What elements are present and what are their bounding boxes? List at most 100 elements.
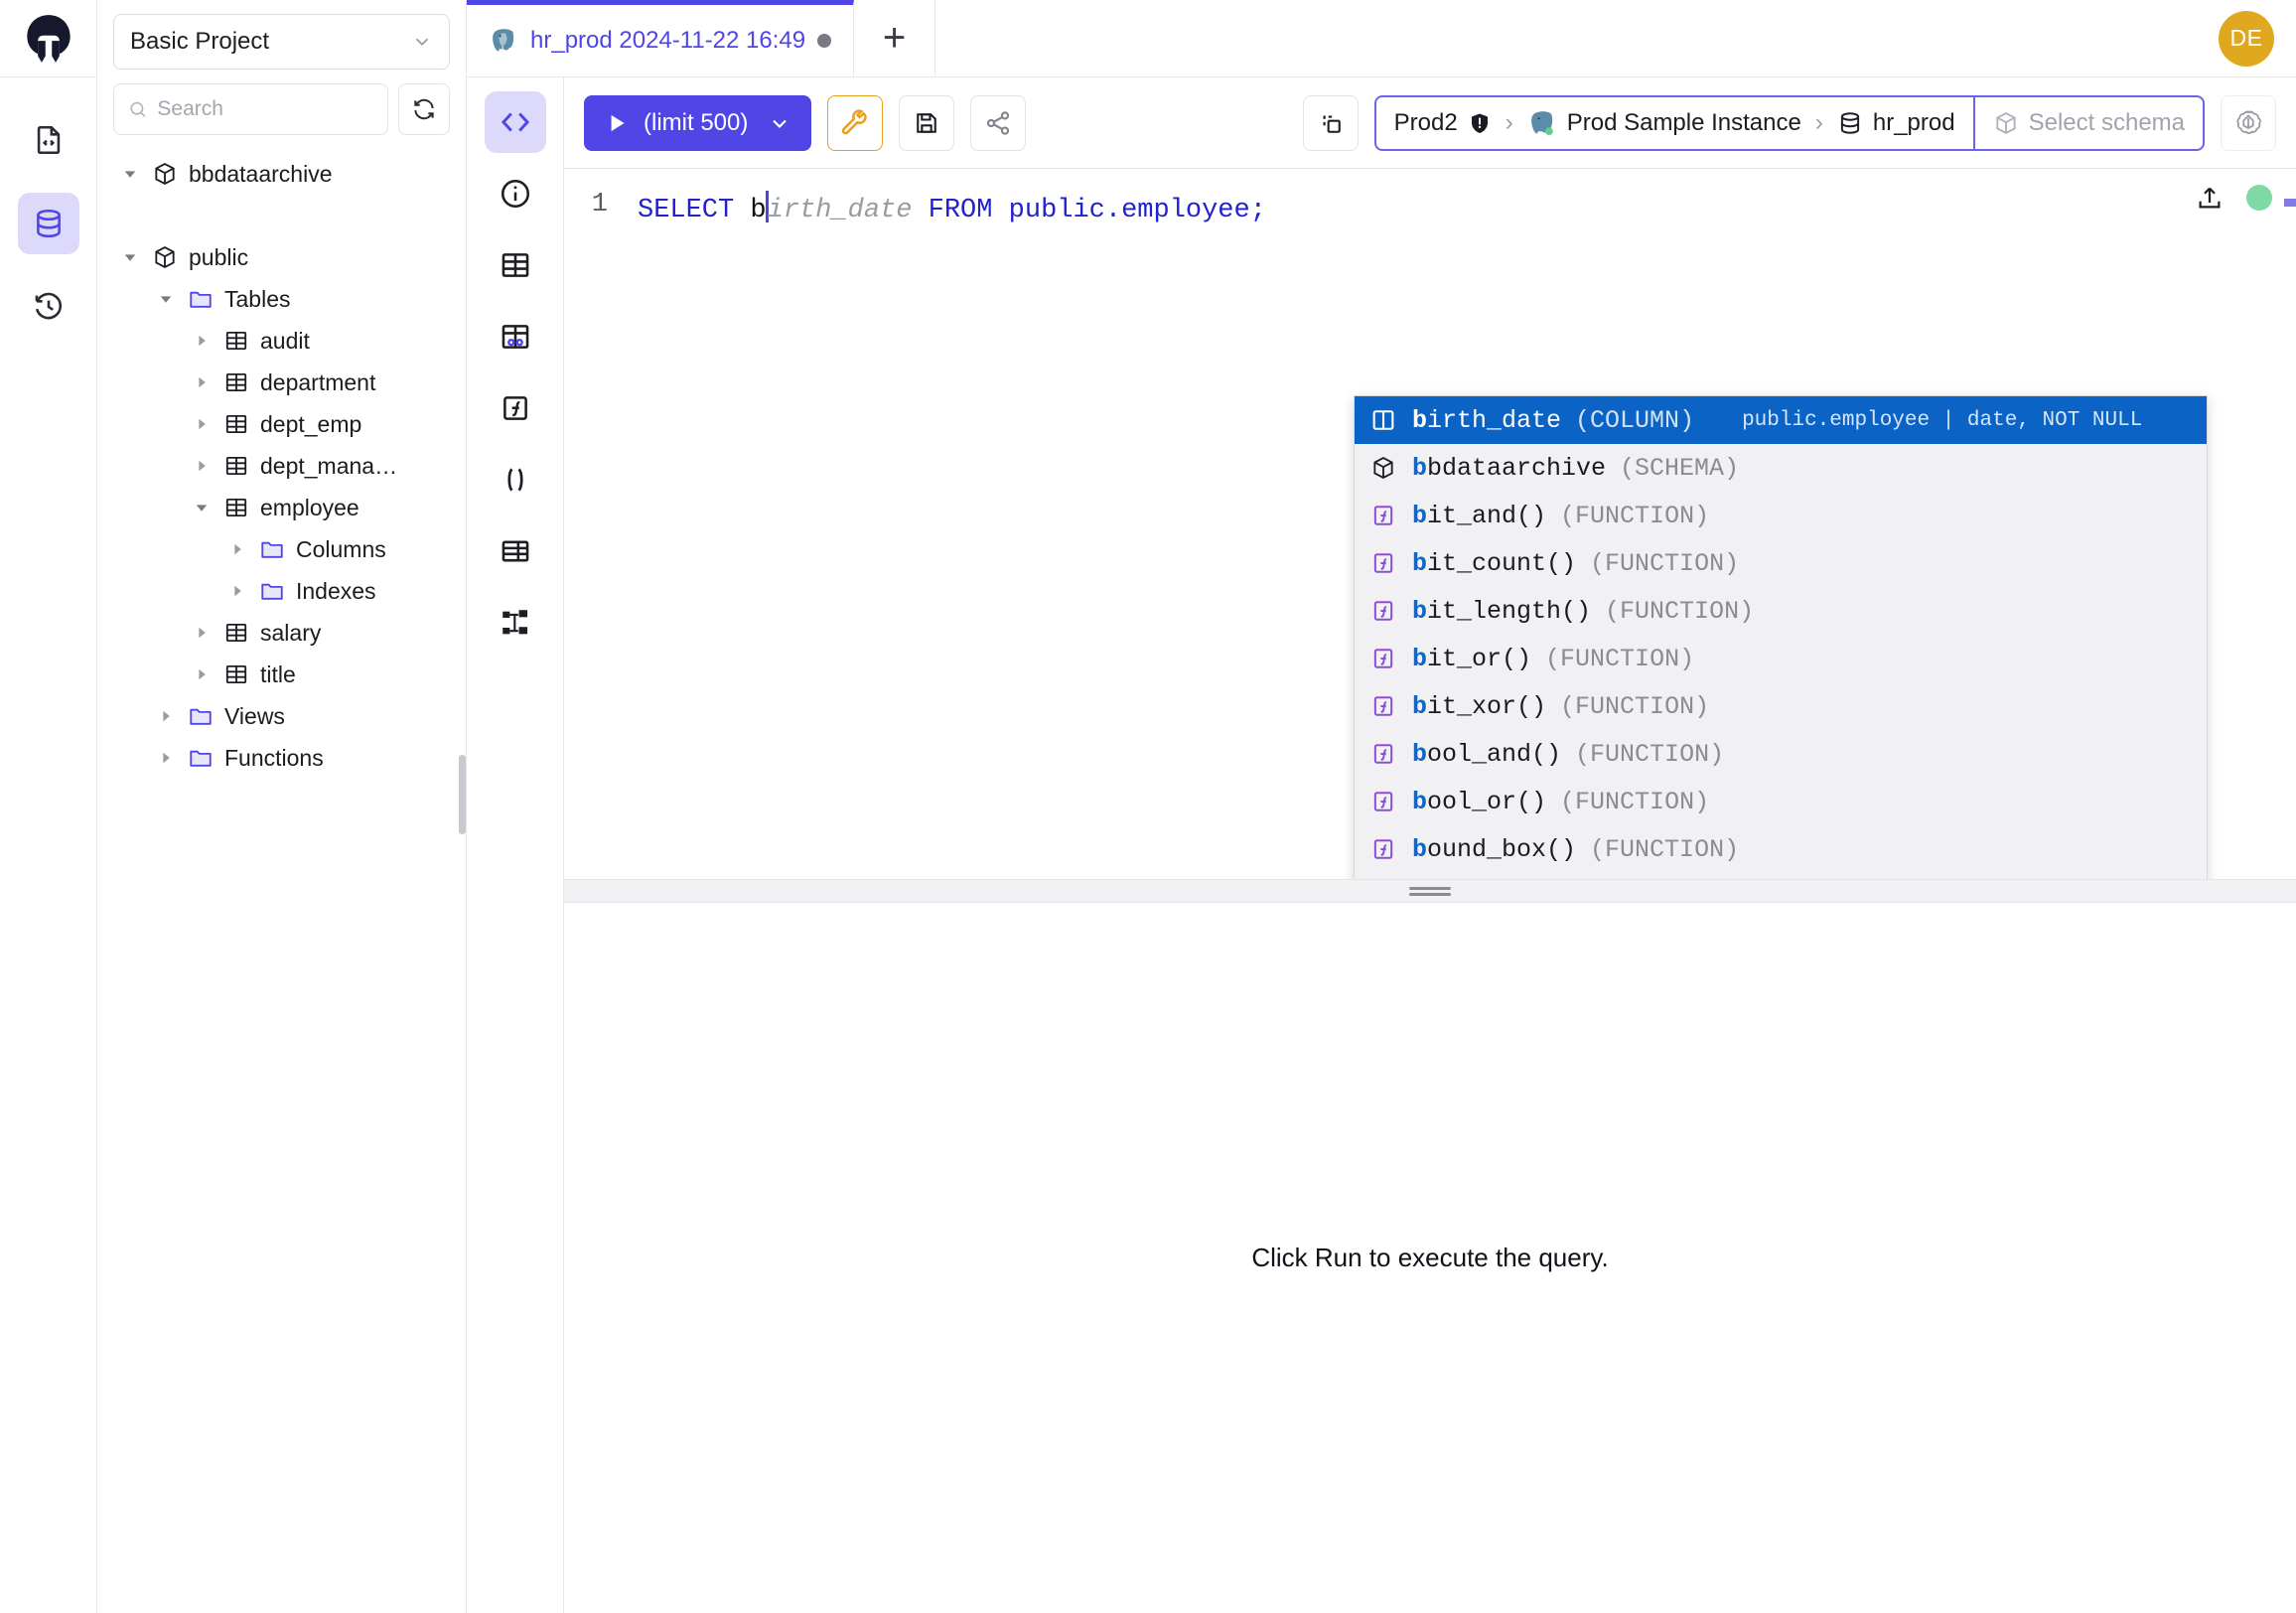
tree-twisty[interactable] (155, 288, 177, 310)
autocomplete-item[interactable]: bit_count()(FUNCTION) (1355, 539, 2207, 587)
sql-code-editor[interactable]: 1 SELECT birth_date FROM public.employee… (564, 169, 2296, 879)
autocomplete-item-label: bool_and() (1412, 740, 1561, 769)
sidebar-item-sql-editor[interactable] (18, 109, 79, 171)
project-selector[interactable]: Basic Project (113, 14, 450, 70)
autocomplete-item[interactable]: bool_and()(FUNCTION) (1355, 730, 2207, 778)
run-button[interactable]: (limit 500) (584, 95, 811, 151)
search-box[interactable] (113, 83, 388, 135)
search-input[interactable] (157, 97, 373, 121)
chevron-right-icon[interactable] (193, 332, 211, 350)
chevron-down-icon[interactable] (157, 290, 175, 308)
tree-node-dept-emp[interactable]: dept_emp (97, 403, 466, 445)
tree-node-public[interactable]: public (97, 236, 466, 278)
code-text[interactable]: SELECT birth_date FROM public.employee; (638, 191, 1266, 226)
tree-node-title[interactable]: title (97, 654, 466, 695)
share-button[interactable] (970, 95, 1026, 151)
tree-node-audit[interactable]: audit (97, 320, 466, 362)
chevron-down-icon[interactable] (121, 165, 139, 183)
autocomplete-item[interactable]: bit_xor()(FUNCTION) (1355, 682, 2207, 730)
upload-icon[interactable] (2195, 183, 2224, 213)
tree-twisty[interactable] (155, 705, 177, 727)
tree-twisty[interactable] (119, 163, 141, 185)
breadcrumb-environment: Prod2 (1394, 109, 1458, 137)
tree-twisty[interactable] (155, 205, 177, 226)
ai-assistant-button[interactable] (2221, 95, 2276, 151)
tree-twisty[interactable] (155, 747, 177, 769)
tree-twisty[interactable] (191, 622, 213, 644)
results-splitter[interactable] (564, 879, 2296, 903)
chevron-down-icon[interactable] (121, 248, 139, 266)
sidebar-item-history[interactable] (18, 276, 79, 338)
chevron-right-icon[interactable] (193, 665, 211, 683)
autocomplete-item[interactable]: bit_and()(FUNCTION) (1355, 492, 2207, 539)
chevron-right-icon[interactable] (157, 707, 175, 725)
avatar[interactable]: DE (2219, 11, 2274, 67)
autocomplete-item[interactable]: birth_date(COLUMN)public.employee | date… (1355, 396, 2207, 444)
autocomplete-item-icon (1368, 644, 1398, 673)
tree-node-department[interactable]: department (97, 362, 466, 403)
autocomplete-item[interactable]: bool_or()(FUNCTION) (1355, 778, 2207, 825)
tab-views[interactable] (485, 520, 546, 582)
connection-breadcrumb[interactable]: Prod2 › Pr (1374, 95, 2205, 151)
tab-info[interactable] (485, 163, 546, 224)
schema-cube-icon (152, 161, 178, 187)
new-tab-button[interactable]: + (854, 0, 935, 76)
format-sql-button[interactable] (827, 95, 883, 151)
chevron-right-icon[interactable] (157, 749, 175, 767)
tab-diagram[interactable] (485, 592, 546, 654)
chevron-right-icon[interactable] (228, 540, 246, 558)
save-button[interactable] (899, 95, 954, 151)
breadcrumb-path[interactable]: Prod2 › Pr (1376, 97, 1973, 149)
tree-twisty[interactable] (226, 580, 248, 602)
chevron-right-icon[interactable] (193, 373, 211, 391)
chevron-right-icon[interactable] (228, 582, 246, 600)
tree-node-indexes[interactable]: Indexes (97, 570, 466, 612)
database-sidebar: Basic Project bbdataarchive publicTablesa… (97, 0, 467, 1613)
tree-twisty[interactable] (191, 413, 213, 435)
tab-table-relations[interactable] (485, 306, 546, 367)
postgres-elephant-icon (489, 26, 518, 56)
tree-node-tables[interactable]: Tables (97, 278, 466, 320)
tree-node--empty-[interactable] (97, 195, 466, 236)
tree-twisty[interactable] (191, 497, 213, 518)
autocomplete-popup[interactable]: birth_date(COLUMN)public.employee | date… (1354, 395, 2208, 879)
tree-node-columns[interactable]: Columns (97, 528, 466, 570)
chevron-right-icon[interactable] (193, 415, 211, 433)
autocomplete-item[interactable]: bit_or()(FUNCTION) (1355, 635, 2207, 682)
run-options-chevron[interactable] (768, 111, 791, 135)
sidebar-item-databases[interactable] (18, 193, 79, 254)
tab-procedures[interactable] (485, 449, 546, 511)
autocomplete-item[interactable]: bbdataarchive(SCHEMA) (1355, 444, 2207, 492)
tree-twisty[interactable] (119, 246, 141, 268)
tree-node-employee[interactable]: employee (97, 487, 466, 528)
tab-code[interactable] (485, 91, 546, 153)
tree-twisty[interactable] (191, 663, 213, 685)
chevron-down-icon[interactable] (193, 499, 211, 516)
tree-node-functions[interactable]: Functions (97, 737, 466, 779)
tab-functions[interactable] (485, 377, 546, 439)
refresh-button[interactable] (398, 83, 450, 135)
run-button-label: (limit 500) (644, 109, 748, 137)
tree-node-bbdataarchive[interactable]: bbdataarchive (97, 153, 466, 195)
tree-node-salary[interactable]: salary (97, 612, 466, 654)
autocomplete-item[interactable]: bound_box()(FUNCTION) (1355, 825, 2207, 873)
autocomplete-item-label: birth_date (1412, 406, 1561, 435)
schema-selector[interactable]: Select schema (1973, 97, 2203, 149)
ai-assistant-icon (2233, 108, 2263, 138)
tree-twisty[interactable] (191, 330, 213, 352)
chevron-right-icon[interactable] (193, 624, 211, 642)
editor-scrollbar[interactable] (2284, 199, 2296, 207)
tree-twisty[interactable] (191, 371, 213, 393)
tree-node-views[interactable]: Views (97, 695, 466, 737)
autocomplete-item[interactable]: box()(FUNCTION) (1355, 873, 2207, 879)
tree-node-dept-mana-[interactable]: dept_mana… (97, 445, 466, 487)
tab-tables[interactable] (485, 234, 546, 296)
sidebar-scrollbar[interactable] (459, 755, 466, 834)
app-logo[interactable] (0, 0, 96, 77)
tree-twisty[interactable] (226, 538, 248, 560)
split-pane-button[interactable] (1303, 95, 1359, 151)
autocomplete-item[interactable]: bit_length()(FUNCTION) (1355, 587, 2207, 635)
chevron-right-icon[interactable] (193, 457, 211, 475)
tab-hr-prod[interactable]: hr_prod 2024-11-22 16:49 (467, 0, 854, 76)
tree-twisty[interactable] (191, 455, 213, 477)
